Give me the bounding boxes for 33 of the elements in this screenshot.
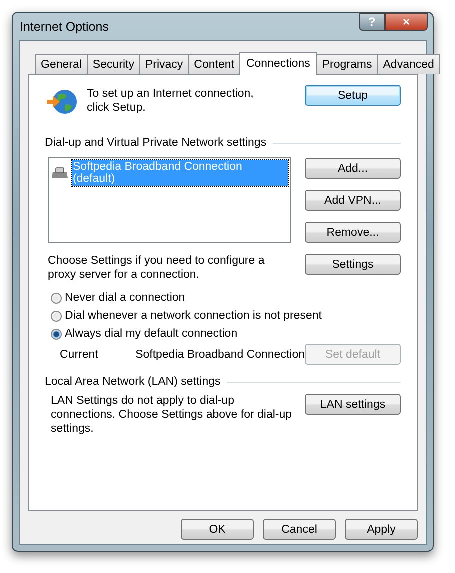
tab[interactable]: General xyxy=(35,54,88,74)
setup-instruction: To set up an Internet connection, click Setup. xyxy=(87,87,255,115)
radio-label: Dial whenever a network connection is not present xyxy=(65,310,322,322)
connection-action-button[interactable]: Remove... xyxy=(305,222,401,243)
settings-button[interactable]: Settings xyxy=(305,254,401,275)
section-heading: Dial-up and Virtual Private Network settings xyxy=(45,137,267,149)
radio-label: Never dial a connection xyxy=(65,292,186,304)
globe-icon xyxy=(45,87,79,117)
tab[interactable]: Connections xyxy=(239,52,318,75)
lan-settings-button[interactable]: LAN settings xyxy=(305,394,401,415)
dialog-button[interactable]: Cancel xyxy=(263,519,336,540)
current-connection: Softpedia Broadband Connection xyxy=(136,348,305,360)
dialog-button[interactable]: Apply xyxy=(345,519,418,540)
radio-button[interactable] xyxy=(51,328,62,340)
section-heading: Local Area Network (LAN) settings xyxy=(45,376,221,388)
radio-label: Always dial my default connection xyxy=(65,328,238,340)
radio-button[interactable] xyxy=(51,310,62,322)
tab[interactable]: Privacy xyxy=(139,54,190,74)
lan-description: LAN Settings do not apply to dial-up connections. Choose Settings above for dial-up settings. xyxy=(51,394,294,436)
connection-action-button[interactable]: Add... xyxy=(305,158,401,179)
modem-icon xyxy=(51,166,69,180)
tab[interactable]: Programs xyxy=(316,54,378,74)
tab[interactable]: Content xyxy=(188,54,240,74)
radio-button[interactable] xyxy=(51,292,62,304)
connection-action-button[interactable]: Add VPN... xyxy=(305,190,401,211)
current-label: Current xyxy=(60,348,100,360)
window-title: Internet Options xyxy=(20,20,109,34)
proxy-description: Choose Settings if you need to configure a proxy server for a connection. xyxy=(48,254,266,282)
dialog-button[interactable]: OK xyxy=(181,519,254,540)
tab[interactable]: Security xyxy=(86,54,140,74)
close-button[interactable]: × xyxy=(385,13,428,31)
setup-button[interactable]: Setup xyxy=(305,85,401,106)
tab[interactable]: Advanced xyxy=(377,54,440,74)
